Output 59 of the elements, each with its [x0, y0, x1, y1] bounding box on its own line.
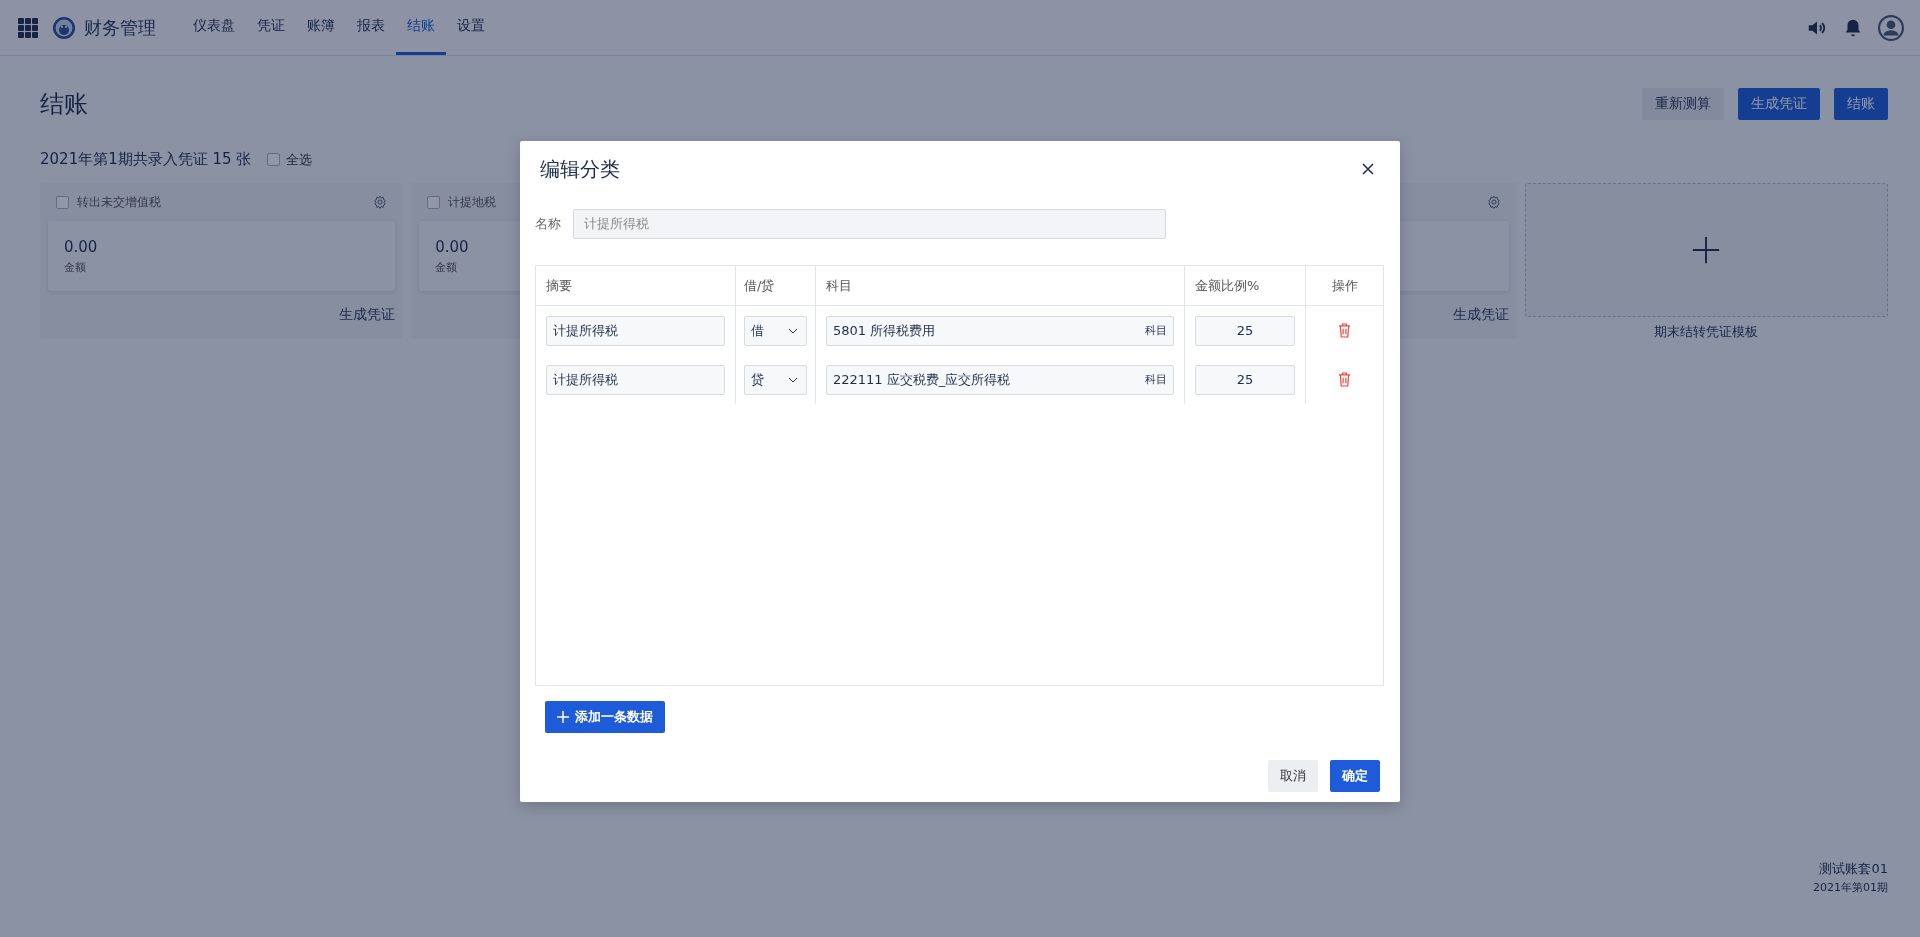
action-button[interactable]: 结账	[1834, 88, 1888, 120]
cancel-button[interactable]: 取消	[1268, 760, 1318, 792]
settings-icon[interactable]	[1486, 195, 1501, 209]
column-header: 金额比例%	[1185, 266, 1306, 305]
ratio-field[interactable]: 25	[1195, 364, 1295, 395]
checkbox[interactable]	[267, 153, 281, 166]
add-template-label: 期末结转凭证模板	[1654, 323, 1759, 341]
direction-select[interactable]: 借	[744, 315, 807, 346]
card-title: 计提地税	[448, 193, 497, 211]
trash-icon[interactable]	[1338, 372, 1351, 387]
checkbox[interactable]	[427, 195, 441, 209]
subject-suffix[interactable]: 科目	[1145, 372, 1167, 387]
summary-field[interactable]: 计提所得税	[546, 315, 725, 346]
trash-icon[interactable]	[1338, 323, 1351, 338]
column-header: 科目	[816, 266, 1185, 305]
checkbox[interactable]	[56, 195, 69, 209]
generate-link[interactable]: 生成凭证	[1452, 306, 1509, 324]
plus-icon	[557, 711, 569, 723]
dialog-title: 编辑分类	[540, 155, 620, 183]
logo-icon	[52, 15, 76, 40]
action-button[interactable]: 重新测算	[1642, 88, 1724, 120]
subject-field[interactable]: 222111 应交税费_应交所得税 科目	[826, 364, 1174, 395]
apps-grid-icon[interactable]	[18, 17, 38, 38]
amount-value: 0.00	[435, 237, 469, 256]
ratio-field[interactable]: 25	[1195, 315, 1295, 346]
summary-text: 2021年第1期共录入凭证 15 张	[40, 150, 252, 169]
subject-field[interactable]: 5801 所得税费用 科目	[826, 315, 1174, 346]
column-header: 借/贷	[736, 266, 816, 305]
chevron-down-icon	[788, 327, 798, 334]
plus-icon	[1691, 235, 1722, 265]
nav-tab[interactable]: 仪表盘	[182, 0, 246, 55]
direction-select[interactable]: 贷	[744, 364, 807, 395]
subject-suffix[interactable]: 科目	[1145, 323, 1167, 338]
page-title: 结账	[40, 89, 88, 120]
amount-label: 金额	[64, 259, 86, 275]
name-label: 名称	[535, 215, 561, 233]
confirm-button[interactable]: 确定	[1330, 760, 1380, 792]
nav-tab[interactable]: 账簿	[296, 0, 346, 55]
settings-icon[interactable]	[373, 195, 388, 209]
account-name: 测试账套01	[1819, 860, 1888, 878]
nav-tab[interactable]: 凭证	[246, 0, 296, 55]
generate-link[interactable]: 生成凭证	[339, 306, 396, 324]
column-header: 操作	[1330, 276, 1359, 295]
nav-tab[interactable]: 设置	[446, 0, 496, 55]
amount-label: 金额	[435, 259, 458, 275]
chevron-down-icon	[788, 376, 798, 383]
summary-field[interactable]: 计提所得税	[546, 364, 725, 395]
period-label: 2021年第01期	[1813, 880, 1888, 895]
close-icon[interactable]	[1362, 163, 1374, 175]
add-row-button[interactable]: 添加一条数据	[545, 701, 665, 733]
nav-tab[interactable]: 报表	[346, 0, 396, 55]
action-button[interactable]: 生成凭证	[1738, 88, 1820, 120]
app-title: 财务管理	[84, 15, 156, 40]
select-all-label: 全选	[286, 150, 313, 169]
card-title: 转出未交增值税	[77, 193, 161, 211]
amount-value: 0.00	[64, 237, 98, 256]
avatar-icon[interactable]	[1878, 14, 1904, 41]
nav-tab[interactable]: 结账	[396, 0, 446, 55]
column-header: 摘要	[536, 266, 736, 305]
